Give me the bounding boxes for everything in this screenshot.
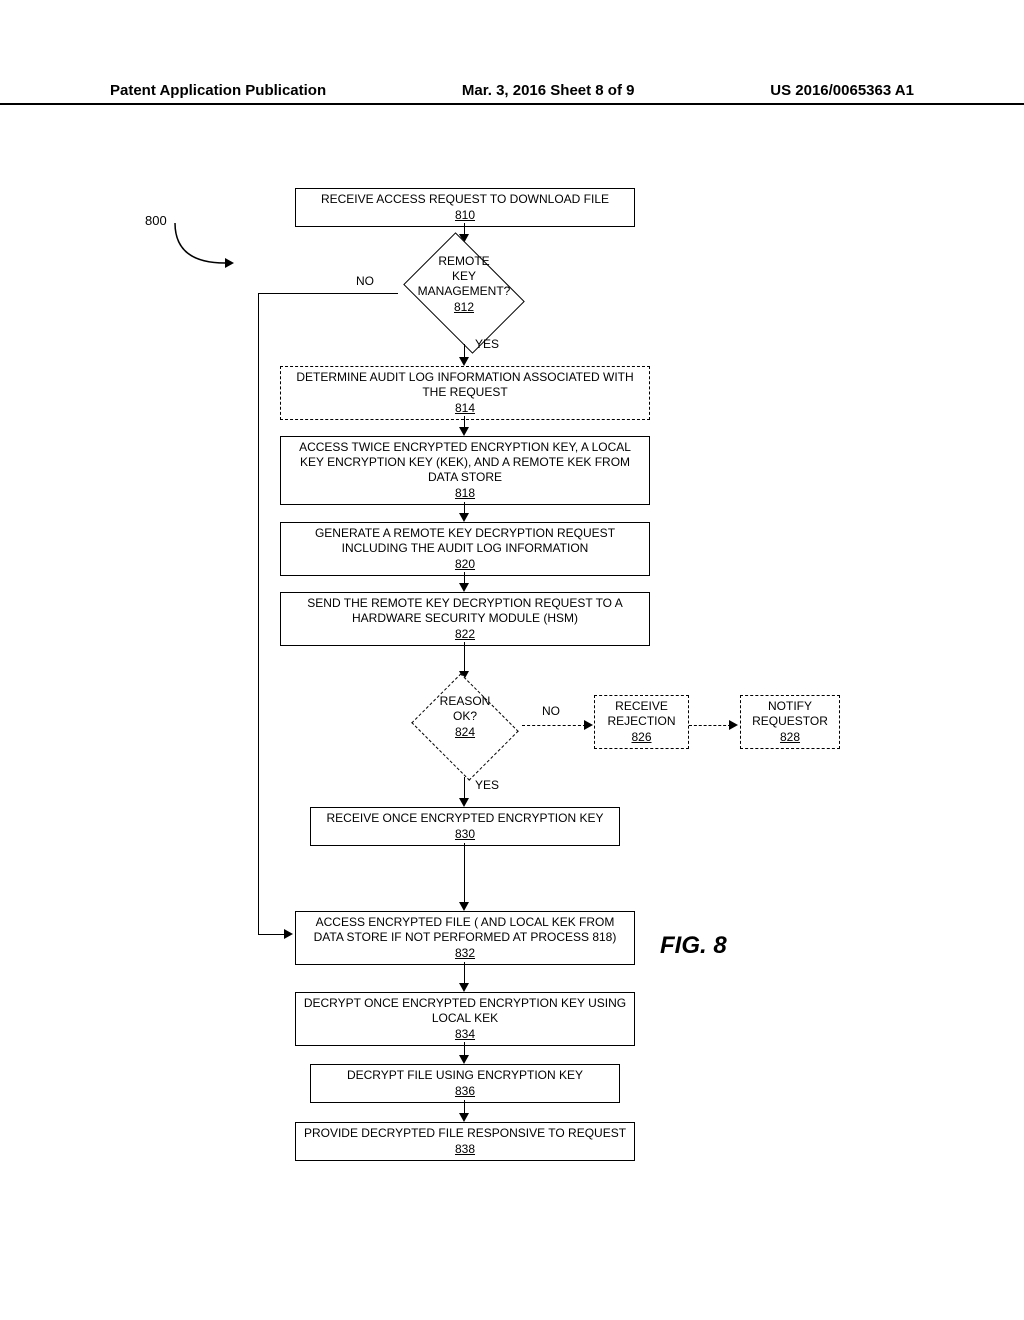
box-ref: 836 <box>317 1084 613 1099</box>
label-no-824: NO <box>542 704 560 718</box>
box-text: DECRYPT FILE USING ENCRYPTION KEY <box>347 1068 583 1082</box>
box-810: RECEIVE ACCESS REQUEST TO DOWNLOAD FILE … <box>295 188 635 227</box>
header-left: Patent Application Publication <box>110 82 326 99</box>
diamond-812-label: REMOTE KEY MANAGEMENT? 812 <box>394 254 534 315</box>
ref-pointer-icon <box>170 218 240 273</box>
figure-label: FIG. 8 <box>660 932 727 960</box>
box-ref: 830 <box>317 827 613 842</box>
box-ref: 810 <box>302 208 628 223</box>
box-text: ACCESS ENCRYPTED FILE ( AND LOCAL KEK FR… <box>314 915 617 944</box>
box-ref: 820 <box>287 557 643 572</box>
ref-800: 800 <box>145 213 167 228</box>
box-830: RECEIVE ONCE ENCRYPTED ENCRYPTION KEY 83… <box>310 807 620 846</box>
box-ref: 822 <box>287 627 643 642</box>
header-right: US 2016/0065363 A1 <box>770 82 914 99</box>
box-836: DECRYPT FILE USING ENCRYPTION KEY 836 <box>310 1064 620 1103</box>
box-text: RECEIVE ONCE ENCRYPTED ENCRYPTION KEY <box>327 811 604 825</box>
box-text: ACCESS TWICE ENCRYPTED ENCRYPTION KEY, A… <box>299 440 631 484</box>
box-818: ACCESS TWICE ENCRYPTED ENCRYPTION KEY, A… <box>280 436 650 505</box>
box-822: SEND THE REMOTE KEY DECRYPTION REQUEST T… <box>280 592 650 646</box>
header-center: Mar. 3, 2016 Sheet 8 of 9 <box>462 82 635 99</box>
box-ref: 818 <box>287 486 643 501</box>
box-828: NOTIFY REQUESTOR 828 <box>740 695 840 749</box>
box-ref: 834 <box>302 1027 628 1042</box>
label-yes-824: YES <box>475 778 499 792</box>
box-ref: 828 <box>747 730 833 745</box>
box-814: DETERMINE AUDIT LOG INFORMATION ASSOCIAT… <box>280 366 650 420</box>
box-text: PROVIDE DECRYPTED FILE RESPONSIVE TO REQ… <box>304 1126 626 1140</box>
box-ref: 838 <box>302 1142 628 1157</box>
box-text: DETERMINE AUDIT LOG INFORMATION ASSOCIAT… <box>296 370 633 399</box>
label-yes-812: YES <box>475 337 499 351</box>
diamond-824-label: REASON OK? 824 <box>395 694 535 740</box>
box-text: GENERATE A REMOTE KEY DECRYPTION REQUEST… <box>315 526 615 555</box>
box-834: DECRYPT ONCE ENCRYPTED ENCRYPTION KEY US… <box>295 992 635 1046</box>
box-text: RECEIVE ACCESS REQUEST TO DOWNLOAD FILE <box>321 192 609 206</box>
box-838: PROVIDE DECRYPTED FILE RESPONSIVE TO REQ… <box>295 1122 635 1161</box>
box-832: ACCESS ENCRYPTED FILE ( AND LOCAL KEK FR… <box>295 911 635 965</box>
box-826: RECEIVE REJECTION 826 <box>594 695 689 749</box>
box-820: GENERATE A REMOTE KEY DECRYPTION REQUEST… <box>280 522 650 576</box>
box-ref: 814 <box>287 401 643 416</box>
box-text: DECRYPT ONCE ENCRYPTED ENCRYPTION KEY US… <box>304 996 626 1025</box>
page-header: Patent Application Publication Mar. 3, 2… <box>0 82 1024 105</box>
flowchart: 800 RECEIVE ACCESS REQUEST TO DOWNLOAD F… <box>0 180 1024 1280</box>
box-ref: 826 <box>601 730 682 745</box>
box-text: SEND THE REMOTE KEY DECRYPTION REQUEST T… <box>307 596 622 625</box>
box-ref: 832 <box>302 946 628 961</box>
label-no-812: NO <box>356 274 374 288</box>
